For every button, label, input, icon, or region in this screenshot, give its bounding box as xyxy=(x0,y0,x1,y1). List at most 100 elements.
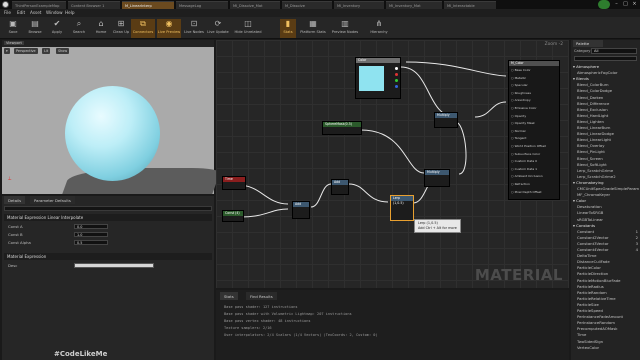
tab-level[interactable]: ThirdPersonExampleMap xyxy=(12,1,66,9)
clean-up-button[interactable]: ⊞ Clean Up xyxy=(110,19,132,38)
palette-item[interactable]: ParticleRandom xyxy=(577,290,640,296)
section-material-expression[interactable]: Material Expression xyxy=(4,253,212,260)
tab-find-results[interactable]: Find Results xyxy=(246,292,277,300)
palette-item[interactable]: sRGBToLinear xyxy=(577,217,640,223)
material-input-pin[interactable]: ○ Pixel Depth Offset xyxy=(511,190,542,194)
tab-mi-dissolve[interactable]: MI_Dissolve_Mat xyxy=(230,1,280,9)
user-avatar[interactable] xyxy=(598,0,610,9)
palette-item[interactable]: ParticleDirection xyxy=(577,271,640,277)
tab-material-active[interactable]: M_LinearInterp xyxy=(122,1,174,9)
palette-item[interactable]: ParticleSize xyxy=(577,302,640,308)
menu-asset[interactable]: Asset xyxy=(30,10,41,15)
palette-item[interactable]: Blend_ColorDodge xyxy=(577,88,640,94)
category-select[interactable]: All xyxy=(591,48,637,54)
node-lerp[interactable]: Lerp (1,0.5) xyxy=(390,195,414,221)
node-multiply-top[interactable]: Multiply xyxy=(434,112,458,128)
save-button[interactable]: ▣ Save xyxy=(2,19,24,38)
node-time[interactable]: Time xyxy=(222,176,246,190)
live-update-button[interactable]: ⟳ Live Update xyxy=(207,19,229,38)
palette-item[interactable]: TwoSidedSign xyxy=(577,339,640,345)
tab-mi-inventory-mat[interactable]: MI_Inventory_Mat xyxy=(386,1,442,9)
search-button[interactable]: ⌕ Search xyxy=(68,19,90,38)
tab-dissolve[interactable]: M_Dissolve xyxy=(282,1,332,9)
palette-category[interactable]: ▾ Blends xyxy=(573,76,637,82)
palette-item[interactable]: PerInstanceFadeAmount xyxy=(577,314,640,320)
tab-mi-inventory[interactable]: MI_Inventory xyxy=(334,1,384,9)
platform-stats-button[interactable]: ▦ Platform Stats xyxy=(298,19,328,38)
material-input-pin[interactable]: ○ Opacity Mask xyxy=(511,121,535,125)
show-button[interactable]: Show xyxy=(56,48,70,54)
section-linear-interpolate[interactable]: Material Expression Linear Interpolate xyxy=(4,214,212,221)
live-preview-button[interactable]: ◉ Live Preview xyxy=(157,19,181,38)
palette-item[interactable]: ParticleRadius xyxy=(577,284,640,290)
palette-item[interactable]: AtmosphericFogColor xyxy=(577,70,640,76)
palette-item[interactable]: Blend_HardLight xyxy=(577,113,640,119)
palette-item[interactable]: Constant xyxy=(577,229,640,235)
material-input-pin[interactable]: ○ Subsurface Color xyxy=(511,152,540,156)
palette-item[interactable]: ParticleRelativeTime xyxy=(577,296,640,302)
material-input-pin[interactable]: ○ Normal xyxy=(511,129,525,133)
browse-button[interactable]: ▤ Browse xyxy=(24,19,46,38)
material-input-pin[interactable]: ○ World Position Offset xyxy=(511,144,546,148)
tab-palette[interactable]: Palette xyxy=(573,40,603,47)
menu-window[interactable]: Window xyxy=(46,10,63,15)
palette-item[interactable]: Constant2Vector xyxy=(577,235,640,241)
palette-item[interactable]: Constant4Vector xyxy=(577,247,640,253)
tab-details[interactable]: Details xyxy=(4,196,26,204)
const-b-input[interactable]: 1.0 xyxy=(74,232,108,237)
palette-item[interactable]: Blend_Difference xyxy=(577,101,640,107)
palette-category[interactable]: ▾ Chromakeying xyxy=(573,180,637,186)
close-icon[interactable]: × xyxy=(630,1,639,8)
const-a-input[interactable]: 0.0 xyxy=(74,224,108,229)
material-graph[interactable]: Zoom -2 Color SphereMask(0.5) Multiply M… xyxy=(216,40,569,288)
menu-help[interactable]: Help xyxy=(65,10,75,15)
material-input-pin[interactable]: ○ Tangent xyxy=(511,136,526,140)
palette-item[interactable]: VertexColor xyxy=(577,345,640,351)
viewport-tab[interactable]: Viewport xyxy=(4,41,24,45)
node-sphere-mask[interactable]: SphereMask(0.5) xyxy=(322,121,362,135)
palette-item[interactable]: DeltaTime xyxy=(577,253,640,259)
palette-item[interactable]: ParticleMotionBlurFade xyxy=(577,278,640,284)
material-input-pin[interactable]: ○ Roughness xyxy=(511,91,531,95)
stats-button[interactable]: ▮ Stats xyxy=(280,19,296,38)
palette-item[interactable]: Blend_Screen xyxy=(577,156,640,162)
preview-viewport[interactable]: Viewport ▾ Perspective Lit Show ⟂ xyxy=(2,40,222,194)
palette-item[interactable]: MF_ChromaKeyer xyxy=(577,192,640,198)
menu-edit[interactable]: Edit xyxy=(17,10,25,15)
desc-input[interactable] xyxy=(74,263,154,268)
pin-out-rgb[interactable] xyxy=(395,67,398,70)
home-button[interactable]: ⌂ Home xyxy=(90,19,112,38)
palette-item[interactable]: Blend_PinLight xyxy=(577,149,640,155)
tab-content-browser[interactable]: Content Browser 1 xyxy=(68,1,120,9)
tab-mi-interactable[interactable]: MI_Interactable xyxy=(444,1,496,9)
pin-out-b[interactable] xyxy=(395,85,398,88)
palette-item[interactable]: Blend_ColorBurn xyxy=(577,82,640,88)
palette-item[interactable]: Lerp_ScratchGrime2 xyxy=(577,174,640,180)
viewport-menu-icon[interactable]: ▾ xyxy=(4,48,10,54)
palette-item[interactable]: Blend_Darken xyxy=(577,95,640,101)
live-nodes-button[interactable]: ⊡ Live Nodes xyxy=(183,19,205,38)
material-input-pin[interactable]: ○ Custom Data 1 xyxy=(511,167,537,171)
palette-item[interactable]: Blend_LinearLight xyxy=(577,137,640,143)
preview-nodes-button[interactable]: ▥ Preview Nodes xyxy=(330,19,360,38)
material-input-pin[interactable]: ○ Custom Data 0 xyxy=(511,159,537,163)
material-input-pin[interactable]: ○ Opacity xyxy=(511,114,526,118)
const-alpha-input[interactable]: 0.5 xyxy=(74,240,108,245)
material-input-pin[interactable]: ○ Refraction xyxy=(511,182,530,186)
palette-item[interactable]: PerInstanceRandom xyxy=(577,320,640,326)
palette-item[interactable]: Blend_Overlay xyxy=(577,143,640,149)
material-input-pin[interactable]: ○ Emissive Color xyxy=(511,106,537,110)
palette-item[interactable]: Blend_SoftLight xyxy=(577,162,640,168)
material-input-pin[interactable]: ○ Anisotropy xyxy=(511,98,531,102)
pin-out-r[interactable] xyxy=(395,73,398,76)
maximize-icon[interactable]: □ xyxy=(621,1,630,8)
palette-item[interactable]: ParticleColor xyxy=(577,265,640,271)
material-input-pin[interactable]: ○ Ambient Occlusion xyxy=(511,174,543,178)
node-material-result[interactable]: M_Color ○ Base Color ○ Metallic ○ Specular… xyxy=(508,60,560,200)
node-multiply-mid[interactable]: Multiply xyxy=(424,169,450,187)
details-search-input[interactable] xyxy=(4,206,212,211)
hide-unrelated-button[interactable]: ◫ Hide Unrelated xyxy=(233,19,263,38)
palette-item[interactable]: ParticleSpeed xyxy=(577,308,640,314)
palette-item[interactable]: Blend_LinearBurn xyxy=(577,125,640,131)
tab-parameter-defaults[interactable]: Parameter Defaults xyxy=(30,196,75,204)
